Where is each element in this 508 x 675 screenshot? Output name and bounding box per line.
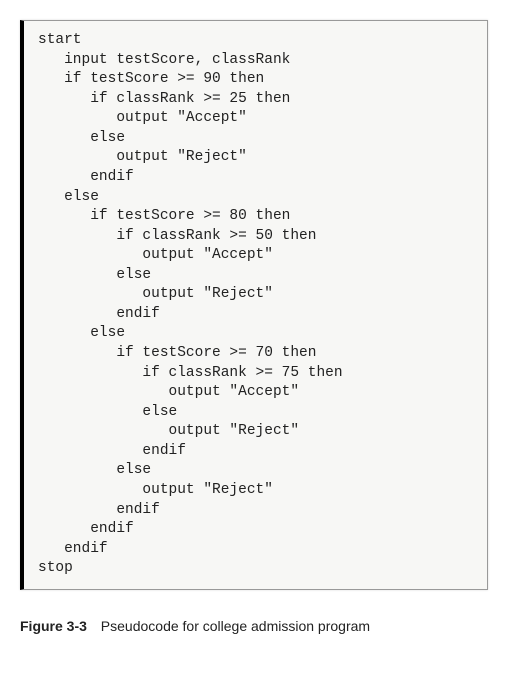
pseudocode-box: start input testScore, classRank if test… [20, 20, 488, 590]
figure-label: Figure 3-3 [20, 618, 87, 634]
figure-text: Pseudocode for college admission program [101, 618, 370, 634]
figure-caption: Figure 3-3 Pseudocode for college admiss… [20, 618, 488, 634]
pseudocode-content: start input testScore, classRank if test… [38, 31, 477, 579]
